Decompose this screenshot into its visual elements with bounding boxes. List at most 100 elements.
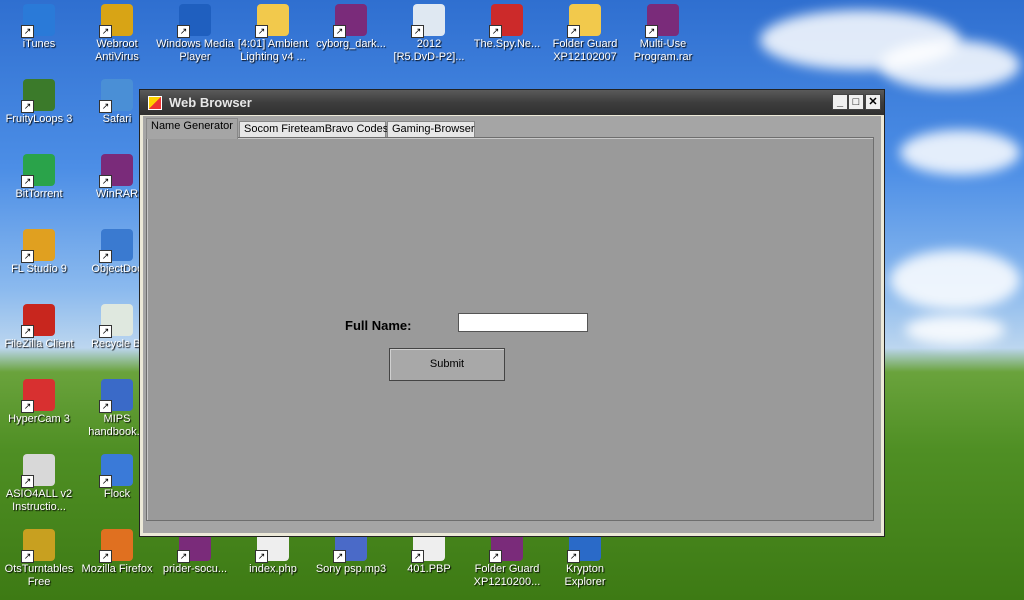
title-bar[interactable]: Web Browser _ □ ✕ bbox=[140, 90, 884, 115]
cloud bbox=[905, 315, 1005, 345]
desktop-icon-image: ↗ bbox=[99, 4, 133, 38]
desktop-icon-label: Folder Guard XP12102007 bbox=[552, 38, 618, 63]
shortcut-arrow-icon: ↗ bbox=[21, 475, 34, 488]
desktop-icon-label: BitTorrent bbox=[15, 188, 63, 200]
desktop-icon-label: OtsTurntables Free bbox=[4, 563, 74, 588]
desktop-icon[interactable]: ↗ Windows Media Player bbox=[156, 4, 234, 64]
shortcut-arrow-icon: ↗ bbox=[411, 25, 424, 38]
desktop-icon-image: ↗ bbox=[255, 4, 289, 38]
shortcut-arrow-icon: ↗ bbox=[99, 250, 112, 263]
cloud bbox=[900, 130, 1020, 175]
shortcut-arrow-icon: ↗ bbox=[99, 475, 112, 488]
window-client-area: Name Generator Socom FireteamBravo Codes… bbox=[143, 116, 881, 533]
tab-gaming-browser[interactable]: Gaming-Browser bbox=[387, 121, 475, 138]
desktop-icon-label: Sony psp.mp3 bbox=[315, 563, 387, 575]
desktop-icon-image: ↗ bbox=[567, 4, 601, 38]
desktop-icon-label: Webroot AntiVirus bbox=[95, 38, 139, 63]
desktop-icon[interactable]: ↗ Folder Guard XP1210200... bbox=[468, 529, 546, 589]
desktop-icon[interactable]: ↗ Webroot AntiVirus bbox=[78, 4, 156, 64]
cloud bbox=[880, 40, 1020, 90]
desktop-icon[interactable]: ↗ 2012 [R5.DvD-P2]... bbox=[390, 4, 468, 64]
desktop-icon-label: Windows Media Player bbox=[156, 38, 234, 63]
desktop-icon-image: ↗ bbox=[645, 4, 679, 38]
shortcut-arrow-icon: ↗ bbox=[99, 400, 112, 413]
shortcut-arrow-icon: ↗ bbox=[99, 550, 112, 563]
desktop-icon[interactable]: ↗ iTunes bbox=[0, 4, 78, 51]
shortcut-arrow-icon: ↗ bbox=[99, 25, 112, 38]
desktop-icon-image: ↗ bbox=[21, 529, 55, 563]
close-button[interactable]: ✕ bbox=[865, 94, 881, 110]
desktop-icon-label: FruityLoops 3 bbox=[5, 113, 73, 125]
desktop-icon-label: Folder Guard XP1210200... bbox=[473, 563, 541, 588]
desktop-icon-image: ↗ bbox=[99, 529, 133, 563]
tab-name-generator[interactable]: Name Generator bbox=[146, 118, 238, 139]
full-name-label: Full Name: bbox=[345, 318, 412, 333]
shortcut-arrow-icon: ↗ bbox=[21, 325, 34, 338]
desktop-icon-label: ASIO4ALL v2 Instructio... bbox=[5, 488, 73, 513]
desktop-icon-label: [4:01] Ambient Lighting v4 ... bbox=[237, 38, 309, 63]
desktop-icon[interactable]: ↗ [4:01] Ambient Lighting v4 ... bbox=[234, 4, 312, 64]
desktop-icon-image: ↗ bbox=[99, 304, 133, 338]
desktop-icon[interactable]: ↗ FL Studio 9 bbox=[0, 229, 78, 276]
shortcut-arrow-icon: ↗ bbox=[255, 25, 268, 38]
desktop-icon-image: ↗ bbox=[21, 4, 55, 38]
desktop-icon[interactable]: ↗ FileZilla Client bbox=[0, 304, 78, 351]
desktop-icon-image: ↗ bbox=[99, 454, 133, 488]
desktop-icon-label: Mozilla Firefox bbox=[81, 563, 153, 575]
app-icon[interactable] bbox=[148, 96, 162, 110]
minimize-button[interactable]: _ bbox=[832, 94, 848, 110]
desktop-icon-label: FileZilla Client bbox=[4, 338, 74, 350]
shortcut-arrow-icon: ↗ bbox=[177, 550, 190, 563]
shortcut-arrow-icon: ↗ bbox=[99, 175, 112, 188]
shortcut-arrow-icon: ↗ bbox=[411, 550, 424, 563]
desktop-icon-label: 2012 [R5.DvD-P2]... bbox=[393, 38, 465, 63]
full-name-input[interactable] bbox=[458, 313, 588, 332]
desktop-icon[interactable]: ↗ Krypton Explorer bbox=[546, 529, 624, 589]
desktop-icon[interactable]: ↗ Folder Guard XP12102007 bbox=[546, 4, 624, 64]
shortcut-arrow-icon: ↗ bbox=[21, 25, 34, 38]
shortcut-arrow-icon: ↗ bbox=[21, 175, 34, 188]
desktop-icon-image: ↗ bbox=[21, 154, 55, 188]
shortcut-arrow-icon: ↗ bbox=[567, 25, 580, 38]
shortcut-arrow-icon: ↗ bbox=[489, 25, 502, 38]
shortcut-arrow-icon: ↗ bbox=[21, 550, 34, 563]
desktop-icon[interactable]: ↗ BitTorrent bbox=[0, 154, 78, 201]
desktop-icon[interactable]: ↗ FruityLoops 3 bbox=[0, 79, 78, 126]
desktop-icon-image: ↗ bbox=[21, 304, 55, 338]
desktop-icon-label: iTunes bbox=[22, 38, 56, 50]
submit-button[interactable]: Submit bbox=[389, 348, 505, 381]
desktop-icon[interactable]: ↗ The.Spy.Ne... bbox=[468, 4, 546, 51]
desktop-icon-image: ↗ bbox=[411, 4, 445, 38]
desktop-icon-image: ↗ bbox=[99, 229, 133, 263]
cloud bbox=[890, 250, 1020, 310]
desktop-icon[interactable]: ↗ HyperCam 3 bbox=[0, 379, 78, 426]
desktop-icon[interactable]: ↗ Multi-Use Program.rar bbox=[624, 4, 702, 64]
desktop-icon-label: cyborg_dark... bbox=[316, 38, 386, 50]
desktop-icon-label: FL Studio 9 bbox=[11, 263, 67, 275]
desktop-icon-image: ↗ bbox=[99, 79, 133, 113]
desktop-icon-image: ↗ bbox=[21, 379, 55, 413]
shortcut-arrow-icon: ↗ bbox=[21, 250, 34, 263]
tab-panel-name-generator: Full Name: Submit bbox=[146, 137, 874, 521]
desktop-icon-image: ↗ bbox=[333, 4, 367, 38]
tab-socom-codes[interactable]: Socom FireteamBravo Codes bbox=[239, 121, 388, 138]
desktop-icon[interactable]: ↗ cyborg_dark... bbox=[312, 4, 390, 51]
desktop-icon-image: ↗ bbox=[489, 4, 523, 38]
shortcut-arrow-icon: ↗ bbox=[99, 100, 112, 113]
shortcut-arrow-icon: ↗ bbox=[489, 550, 502, 563]
desktop-icon-label: Multi-Use Program.rar bbox=[633, 38, 693, 63]
desktop-icon-image: ↗ bbox=[21, 79, 55, 113]
desktop-icon-label: prider-socu... bbox=[162, 563, 228, 575]
desktop-icon-label: HyperCam 3 bbox=[8, 413, 70, 425]
desktop-icon-label: 401.PBP bbox=[407, 563, 451, 575]
desktop-icon-label: The.Spy.Ne... bbox=[473, 38, 541, 50]
desktop-icon-image: ↗ bbox=[177, 4, 211, 38]
maximize-button[interactable]: □ bbox=[848, 94, 864, 110]
shortcut-arrow-icon: ↗ bbox=[255, 550, 268, 563]
desktop-icon[interactable]: ↗ ASIO4ALL v2 Instructio... bbox=[0, 454, 78, 514]
desktop-icon-image: ↗ bbox=[21, 229, 55, 263]
desktop-icon[interactable]: ↗ OtsTurntables Free bbox=[0, 529, 78, 589]
shortcut-arrow-icon: ↗ bbox=[21, 400, 34, 413]
desktop-icon-image: ↗ bbox=[99, 379, 133, 413]
desktop-icon-image: ↗ bbox=[21, 454, 55, 488]
